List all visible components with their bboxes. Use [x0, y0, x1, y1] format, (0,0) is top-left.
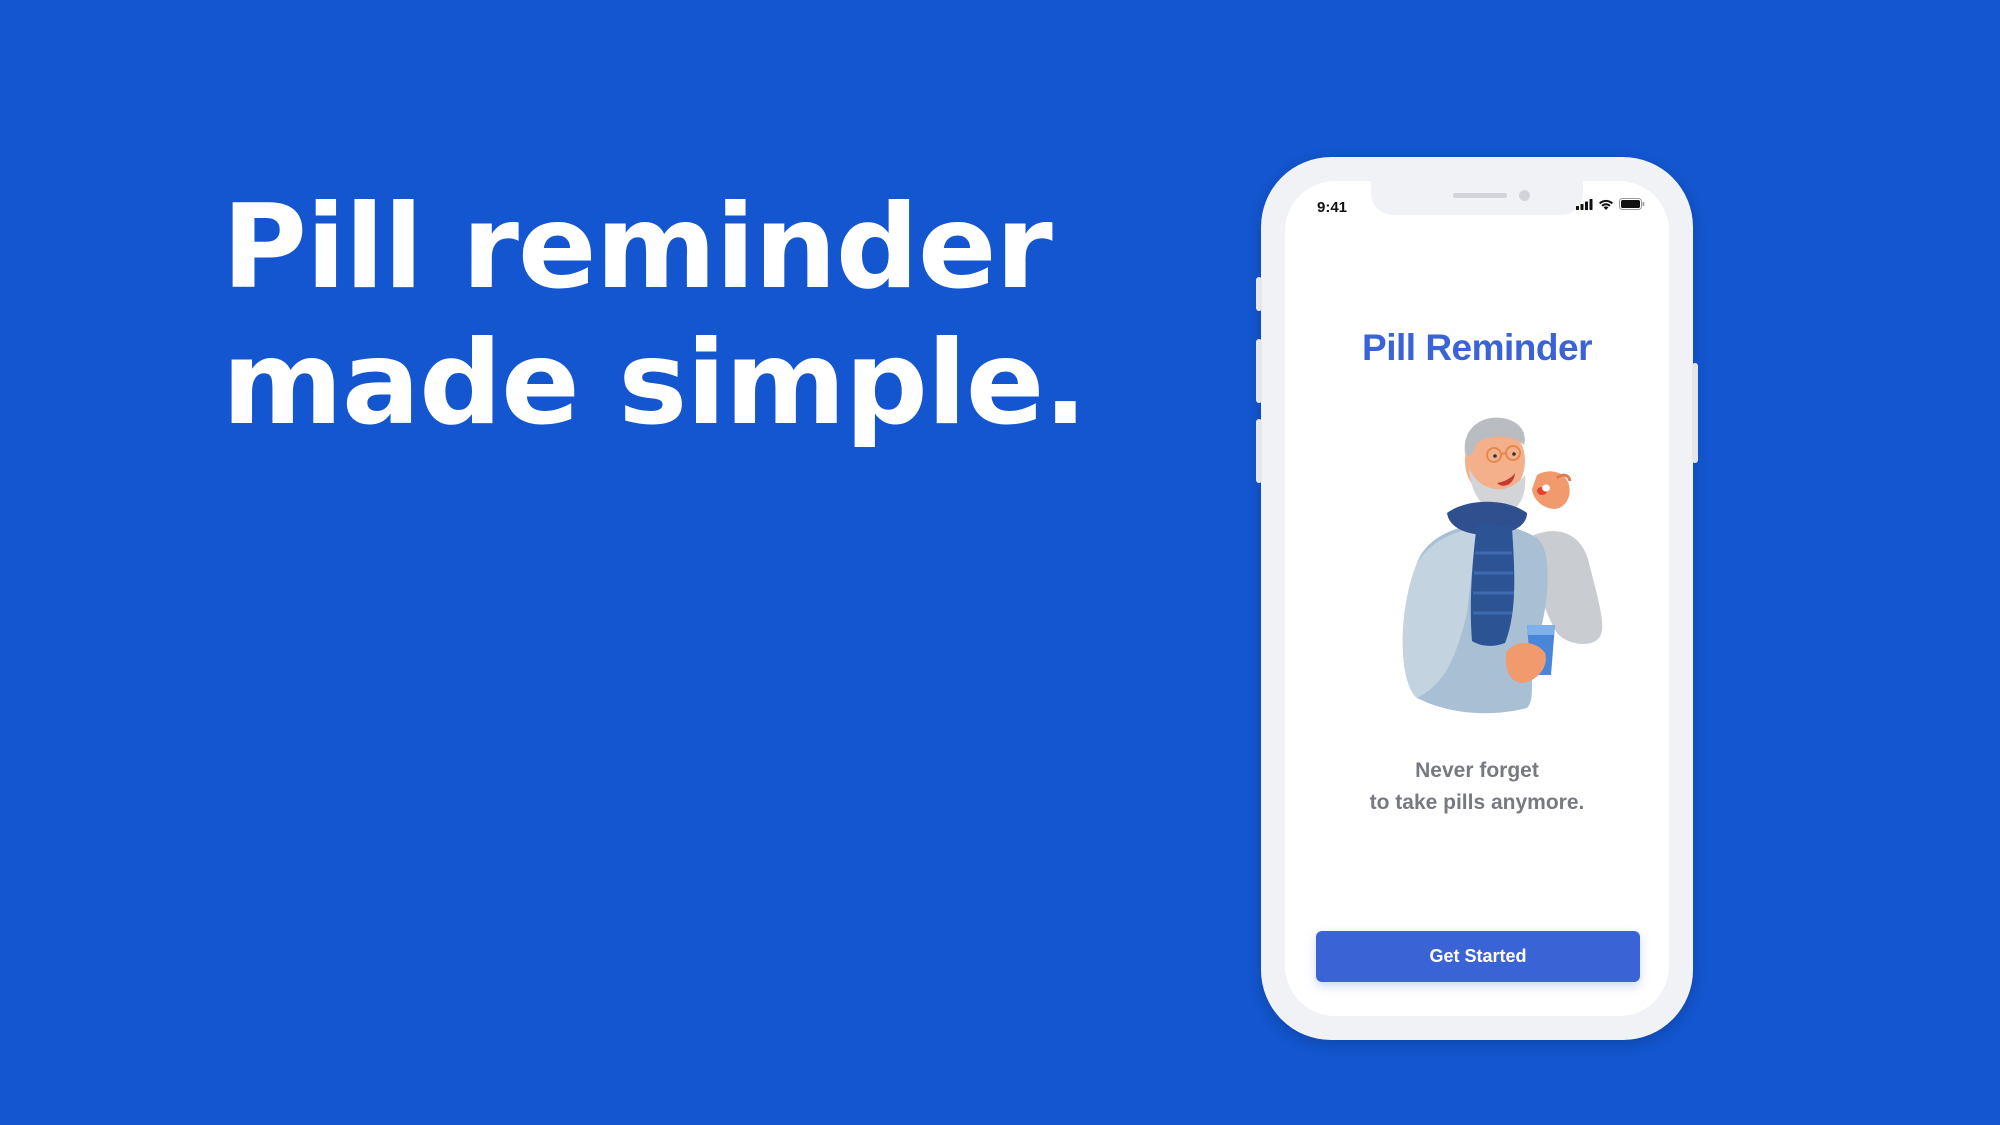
phone-power-button	[1692, 363, 1698, 463]
battery-icon	[1619, 198, 1645, 210]
status-bar-icons	[1576, 198, 1645, 210]
front-camera	[1519, 190, 1530, 201]
tagline: Never forget to take pills anymore.	[1285, 755, 1669, 819]
wifi-icon	[1599, 199, 1613, 210]
headline-line-1: Pill reminder	[222, 180, 1053, 315]
headline: Pill reminder made simple.	[222, 180, 1087, 452]
phone-volume-down-button	[1256, 419, 1262, 483]
elderly-man-taking-pill-illustration	[1402, 417, 1603, 714]
phone-notch	[1371, 181, 1583, 215]
speaker-grille	[1453, 193, 1507, 198]
get-started-button[interactable]: Get Started	[1316, 931, 1640, 982]
headline-line-2: made simple.	[222, 316, 1087, 451]
phone-volume-up-button	[1256, 339, 1262, 403]
app-title: Pill Reminder	[1362, 327, 1592, 368]
tagline-line-1: Never forget	[1415, 759, 1539, 782]
tagline-line-2: to take pills anymore.	[1369, 791, 1585, 814]
status-bar-time: 9:41	[1317, 199, 1348, 216]
phone-mute-switch	[1256, 277, 1262, 311]
signal-icon	[1576, 198, 1593, 210]
phone-screen: 9:41 Pill Reminder Never forget to take …	[1285, 181, 1669, 1016]
phone-mockup: 9:41 Pill Reminder Never forget to take …	[1256, 157, 1698, 1040]
